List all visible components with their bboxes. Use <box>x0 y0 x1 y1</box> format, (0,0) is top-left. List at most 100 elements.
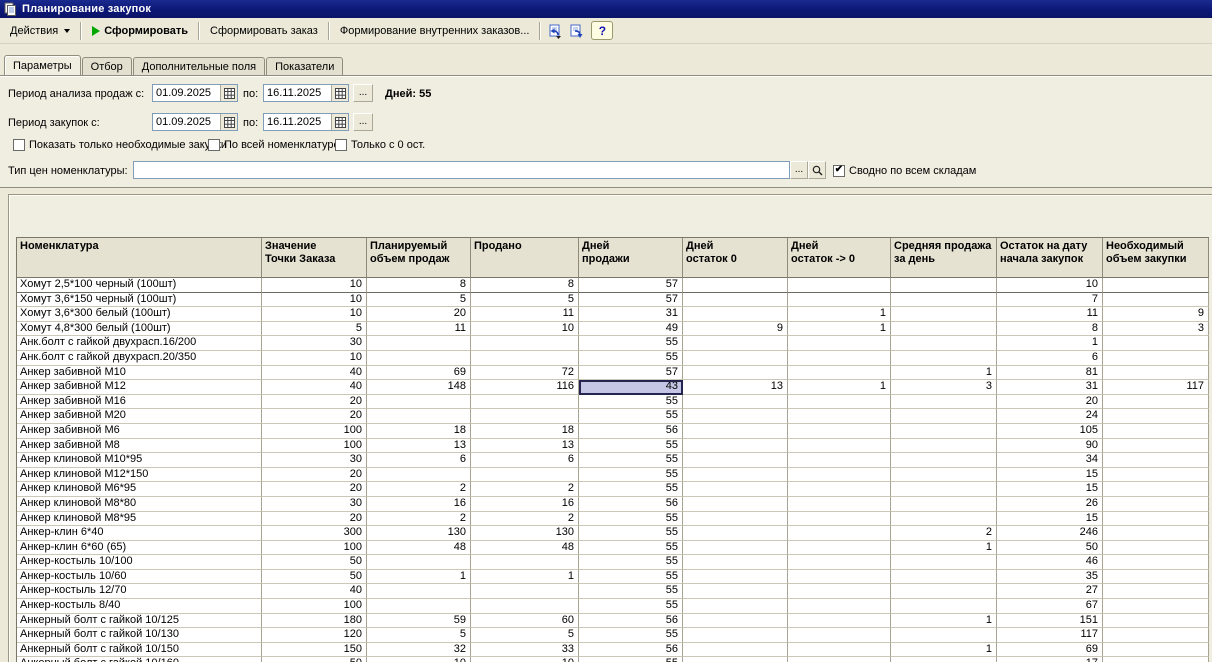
sales-period-from-input[interactable]: 01.09.2025 <box>152 84 238 102</box>
nomenclature-cell[interactable]: Хомут 4,8*300 белый (100шт) <box>17 322 262 337</box>
table-cell[interactable]: 20 <box>262 395 367 410</box>
table-cell[interactable] <box>367 351 471 366</box>
table-cell[interactable] <box>1103 512 1209 527</box>
table-cell[interactable]: 100 <box>262 424 367 439</box>
table-cell[interactable] <box>683 439 788 454</box>
table-cell[interactable] <box>1103 570 1209 585</box>
table-cell[interactable]: 50 <box>262 555 367 570</box>
table-cell[interactable] <box>471 336 579 351</box>
table-cell[interactable]: 16 <box>471 497 579 512</box>
table-cell[interactable] <box>683 599 788 614</box>
table-cell[interactable]: 57 <box>579 366 683 381</box>
table-cell[interactable] <box>788 351 891 366</box>
table-cell[interactable]: 100 <box>262 439 367 454</box>
table-cell[interactable]: 11 <box>471 307 579 322</box>
table-cell[interactable] <box>1103 409 1209 424</box>
price-type-picker-button[interactable]: ... <box>790 161 808 179</box>
table-cell[interactable]: 5 <box>262 322 367 337</box>
table-cell[interactable] <box>1103 439 1209 454</box>
table-cell[interactable]: 2 <box>471 482 579 497</box>
table-cell[interactable]: 5 <box>471 628 579 643</box>
table-cell[interactable]: 31 <box>997 380 1103 395</box>
table-cell[interactable]: 130 <box>367 526 471 541</box>
calendar-button[interactable] <box>220 85 237 101</box>
table-cell[interactable]: 17 <box>997 657 1103 662</box>
table-cell[interactable]: 55 <box>579 453 683 468</box>
table-cell[interactable] <box>788 599 891 614</box>
table-cell[interactable] <box>891 628 997 643</box>
nomenclature-cell[interactable]: Анкер-клин 6*60 (65) <box>17 541 262 556</box>
table-cell[interactable] <box>1103 628 1209 643</box>
table-cell[interactable] <box>1103 366 1209 381</box>
nomenclature-cell[interactable]: Анкер забивной М10 <box>17 366 262 381</box>
table-cell[interactable]: 81 <box>997 366 1103 381</box>
table-cell[interactable]: 2 <box>891 526 997 541</box>
table-cell[interactable] <box>683 453 788 468</box>
table-cell[interactable] <box>367 395 471 410</box>
table-cell[interactable]: 55 <box>579 570 683 585</box>
table-cell[interactable]: 2 <box>471 512 579 527</box>
table-cell[interactable] <box>683 526 788 541</box>
tab-2[interactable]: Дополнительные поля <box>133 57 265 75</box>
table-cell[interactable] <box>1103 453 1209 468</box>
table-cell[interactable]: 55 <box>579 541 683 556</box>
table-cell[interactable] <box>471 599 579 614</box>
table-cell[interactable] <box>1103 424 1209 439</box>
table-cell[interactable]: 10 <box>262 307 367 322</box>
table-cell[interactable] <box>683 409 788 424</box>
checkbox-box[interactable]: ✔ <box>833 165 845 177</box>
table-cell[interactable]: 32 <box>367 643 471 658</box>
table-cell[interactable]: 1 <box>891 366 997 381</box>
nomenclature-cell[interactable]: Анкерный болт с гайкой 10/125 <box>17 614 262 629</box>
table-cell[interactable]: 1 <box>471 570 579 585</box>
table-cell[interactable]: 117 <box>1103 380 1209 395</box>
table-cell[interactable]: 13 <box>367 439 471 454</box>
actions-menu-button[interactable]: Действия <box>2 21 78 41</box>
table-cell[interactable]: 55 <box>579 526 683 541</box>
table-cell[interactable] <box>1103 336 1209 351</box>
table-cell[interactable] <box>891 424 997 439</box>
table-cell[interactable]: 59 <box>367 614 471 629</box>
table-cell[interactable] <box>471 409 579 424</box>
table-cell[interactable]: 30 <box>262 336 367 351</box>
column-header-6[interactable]: Днейостаток -> 0 <box>788 238 891 278</box>
table-cell[interactable]: 5 <box>471 293 579 308</box>
nomenclature-cell[interactable]: Анкер забивной М6 <box>17 424 262 439</box>
table-cell[interactable] <box>1103 468 1209 483</box>
table-cell[interactable]: 1 <box>891 614 997 629</box>
checkbox-all-nomenclature[interactable]: По всей номенклатуре <box>208 138 340 151</box>
table-cell[interactable] <box>788 468 891 483</box>
table-cell[interactable]: 3 <box>891 380 997 395</box>
table-cell[interactable]: 30 <box>262 453 367 468</box>
nomenclature-cell[interactable]: Анкер-костыль 10/60 <box>17 570 262 585</box>
table-cell[interactable] <box>683 351 788 366</box>
table-cell[interactable]: 60 <box>471 614 579 629</box>
table-cell[interactable]: 9 <box>683 322 788 337</box>
column-header-5[interactable]: Днейостаток 0 <box>683 238 788 278</box>
table-cell[interactable] <box>683 366 788 381</box>
table-cell[interactable]: 49 <box>579 322 683 337</box>
table-cell[interactable] <box>471 468 579 483</box>
table-cell[interactable]: 33 <box>471 643 579 658</box>
table-cell[interactable] <box>788 657 891 662</box>
table-cell[interactable] <box>891 599 997 614</box>
table-cell[interactable]: 50 <box>997 541 1103 556</box>
table-cell[interactable] <box>788 482 891 497</box>
nomenclature-cell[interactable]: Хомут 3,6*150 черный (100шт) <box>17 293 262 308</box>
table-cell[interactable] <box>788 614 891 629</box>
table-cell[interactable]: 180 <box>262 614 367 629</box>
table-cell[interactable] <box>683 541 788 556</box>
table-cell[interactable]: 130 <box>471 526 579 541</box>
table-cell[interactable]: 13 <box>683 380 788 395</box>
help-button[interactable]: ? <box>591 21 613 40</box>
table-cell[interactable] <box>367 584 471 599</box>
table-cell[interactable] <box>891 482 997 497</box>
table-cell[interactable] <box>788 439 891 454</box>
table-cell[interactable] <box>891 657 997 662</box>
table-cell[interactable]: 120 <box>262 628 367 643</box>
table-cell[interactable]: 1 <box>788 307 891 322</box>
table-cell[interactable] <box>683 657 788 662</box>
table-cell[interactable] <box>891 293 997 308</box>
table-cell[interactable]: 10 <box>262 293 367 308</box>
table-cell[interactable] <box>788 409 891 424</box>
